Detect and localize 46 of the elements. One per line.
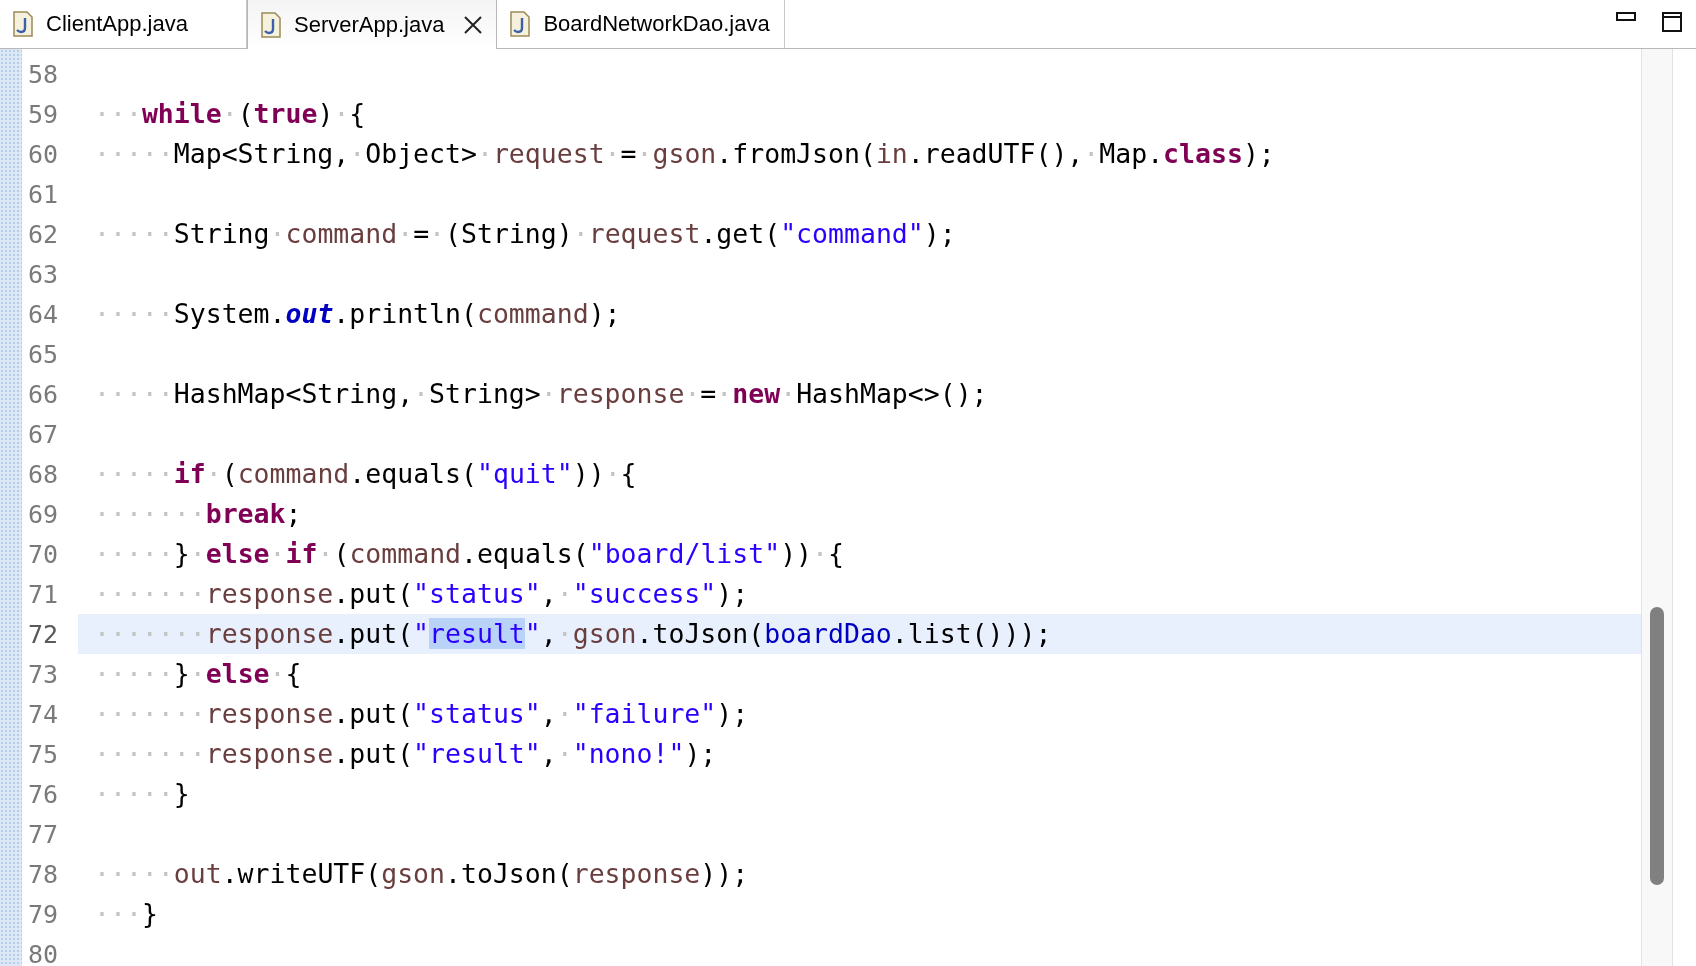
line-number: 75 [26, 739, 58, 769]
java-file-icon [12, 11, 34, 37]
line-number: 80 [26, 939, 58, 966]
code-line: ·····String·command·=·(String)·request.get("command"); [93, 217, 957, 251]
line-number: 68 [26, 459, 58, 489]
code-line: ·····HashMap<String,·String>·response·=·new·HashMap<>(); [93, 377, 989, 411]
code-line: ·····out.writeUTF(gson.toJson(response)); [93, 857, 750, 891]
code-line: ·······response.put("status",·"failure"); [93, 697, 750, 731]
code-line: ·····Map<String,·Object>·request·=·gson.fromJson(in.readUTF(),·Map.class); [93, 137, 1276, 171]
code-line: ·····} [93, 777, 191, 811]
line-number: 65 [26, 339, 58, 369]
java-file-icon [509, 11, 532, 37]
code-line: ·····}·else·{ [93, 657, 303, 691]
line-number: 69 [26, 499, 58, 529]
line-number: 78 [26, 859, 58, 889]
line-number: 72 [26, 619, 58, 649]
line-number: 64 [26, 299, 58, 329]
editor-tab[interactable]: ServerApp.java [247, 0, 498, 49]
line-number: 74 [26, 699, 58, 729]
code-line: ·······response.put("result",·"nono!"); [93, 737, 718, 771]
line-number: 62 [26, 219, 58, 249]
line-number: 71 [26, 579, 58, 609]
line-number: 60 [26, 139, 58, 169]
code-line: ·····if·(command.equals("quit"))·{ [93, 457, 638, 491]
scrollbar-thumb[interactable] [1650, 607, 1664, 885]
line-number: 79 [26, 899, 58, 929]
line-number: 58 [26, 59, 58, 89]
maximize-icon[interactable] [1662, 12, 1682, 32]
line-number: 70 [26, 539, 58, 569]
line-number: 63 [26, 259, 58, 289]
code-line: ···} [93, 897, 159, 931]
line-number: 61 [26, 179, 58, 209]
code-line: ·······break; [93, 497, 303, 531]
line-number: 77 [26, 819, 58, 849]
code-line: ···while·(true)·{ [93, 97, 367, 131]
close-icon[interactable] [462, 13, 485, 36]
line-number: 67 [26, 419, 58, 449]
line-number: 76 [26, 779, 58, 809]
minimize-icon[interactable] [1616, 12, 1636, 22]
line-number: 66 [26, 379, 58, 409]
java-file-icon [260, 11, 282, 38]
code-line: ·····System.out.println(command); [93, 297, 622, 331]
code-line: ·····}·else·if·(command.equals("board/list"))·{ [93, 537, 845, 571]
line-number: 59 [26, 99, 58, 129]
line-number: 73 [26, 659, 58, 689]
code-line: ·······response.put("status",·"success"); [93, 577, 750, 611]
